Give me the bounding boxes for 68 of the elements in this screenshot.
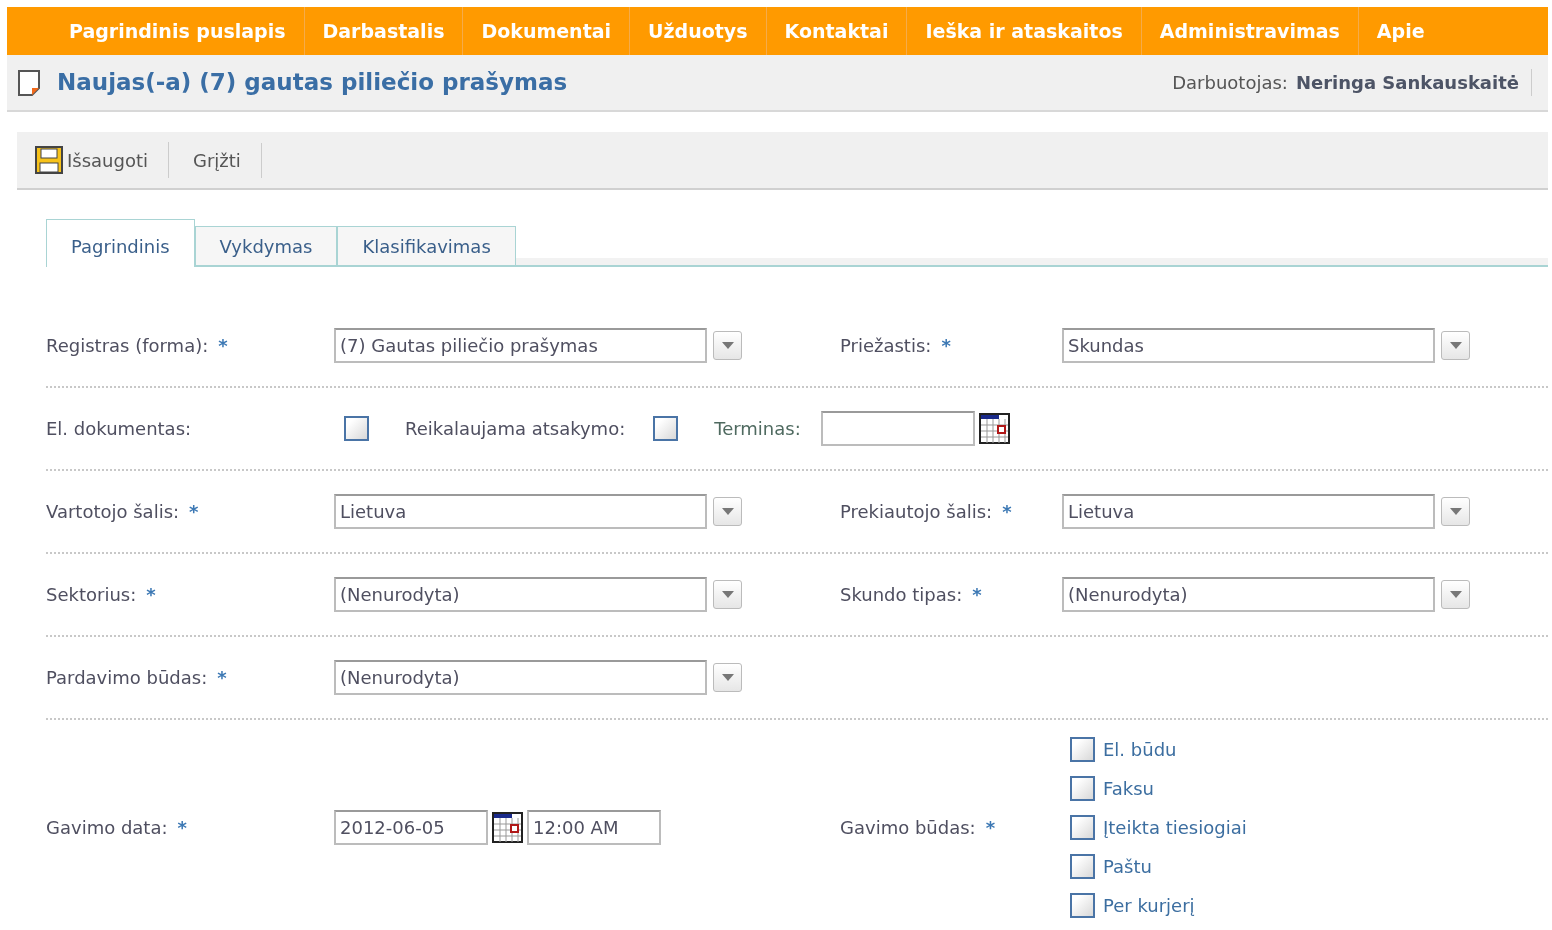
select-field[interactable]: (Nenurodyta) [334,660,707,695]
checkbox[interactable] [1070,893,1095,918]
calendar-icon [492,812,523,843]
required-mark: * [1002,500,1012,524]
checkbox[interactable] [344,416,369,441]
field-label: Prekiautojo šalis: [840,500,993,524]
time-field[interactable]: 12:00 AM [527,810,661,845]
caret-icon [721,342,734,349]
select-field[interactable]: Lietuva [334,494,707,529]
field-label: Vartotojo šalis: [46,500,180,524]
option-label: El. būdu [1103,738,1177,762]
dropdown-button[interactable] [1441,580,1470,609]
field-label: Priežastis: [840,334,932,358]
caret-icon [721,508,734,515]
required-mark: * [985,816,996,840]
dropdown-button[interactable] [1441,331,1470,360]
required-mark: * [218,334,228,358]
field-label: Gavimo būdas: [840,816,976,840]
select-field[interactable]: (Nenurodyta) [1062,577,1435,612]
checkbox[interactable] [1070,815,1095,840]
caret-icon [1449,591,1462,598]
caret-icon [721,674,734,681]
required-mark: * [146,583,156,607]
caret-icon [1449,508,1462,515]
date-field[interactable] [820,411,975,446]
caret-icon [721,591,734,598]
select-field[interactable]: Lietuva [1062,494,1435,529]
checkbox[interactable] [1070,776,1095,801]
checkbox[interactable] [1070,737,1095,762]
dropdown-button[interactable] [1441,497,1470,526]
user-name: Neringa Sankauskaitė [1295,71,1519,95]
required-mark: * [189,500,199,524]
date-field[interactable]: 2012-06-05 [334,810,488,845]
tab[interactable]: Vykdymas [194,226,338,265]
required-mark: * [217,666,227,690]
field-label: Gavimo data: [46,816,168,840]
option-label: Paštu [1103,855,1152,879]
field-label: Skundo tipas: [840,583,963,607]
back-button[interactable]: Grįžti [191,142,262,178]
save-button[interactable]: Išsaugoti [33,142,169,178]
calendar-icon [978,413,1010,444]
option-label: Faksu [1103,777,1154,801]
field-label: Terminas: [714,417,801,441]
field-label: Registras (forma): [46,334,209,358]
user-label: Darbuotojas: [1172,71,1288,95]
checkbox[interactable] [653,416,679,441]
checkbox[interactable] [1070,854,1095,879]
required-mark: * [177,816,187,840]
field-label: Pardavimo būdas: [46,666,208,690]
caret-icon [1449,342,1462,349]
select-field[interactable]: (Nenurodyta) [334,577,707,612]
option-label: Per kurjerį [1103,894,1195,918]
required-mark: * [972,583,982,607]
field-label: Sektorius: [46,583,137,607]
option-label: Įteikta tiesiogiai [1103,816,1247,840]
select-field[interactable]: (7) Gautas piliečio prašymas [334,328,707,363]
tab[interactable]: Klasifikavimas [337,226,516,265]
tab[interactable]: Pagrindinis [46,219,195,267]
dropdown-button[interactable] [713,497,742,526]
page-title: Naujas(-a) (7) gautas piliečio prašymas [57,68,568,98]
field-label: El. dokumentas: [46,417,193,441]
select-field[interactable]: Skundas [1062,328,1435,363]
dropdown-button[interactable] [713,580,742,609]
dropdown-button[interactable] [713,663,742,692]
dropdown-button[interactable] [713,331,742,360]
required-mark: * [941,334,951,358]
document-icon [17,68,41,97]
field-label: Reikalaujama atsakymo: [405,417,626,441]
